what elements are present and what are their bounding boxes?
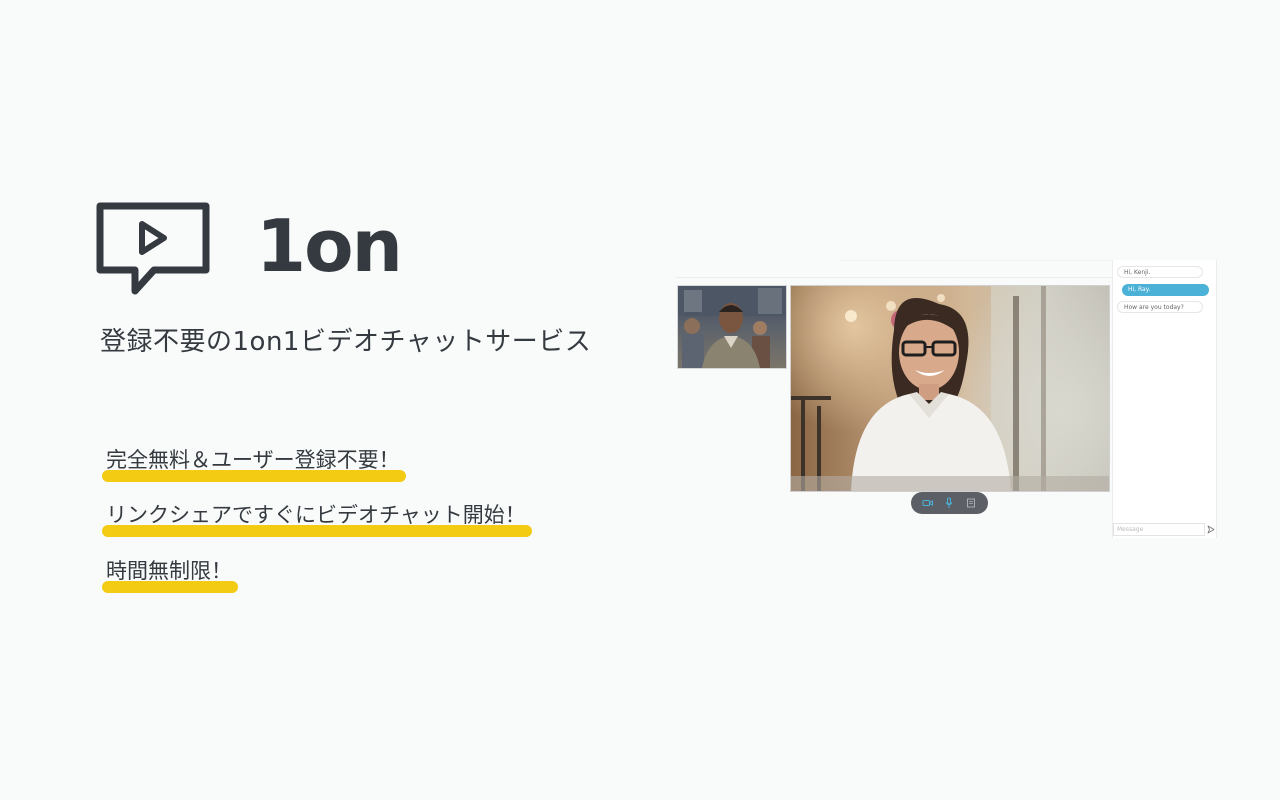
send-icon[interactable] <box>1207 525 1215 534</box>
call-controls <box>911 492 988 514</box>
chat-message-incoming: How are you today? <box>1117 301 1203 313</box>
chat-message-incoming: Hi, Kenji. <box>1117 266 1203 278</box>
screen-share-icon[interactable] <box>964 496 978 510</box>
feature-text: 時間無制限！ <box>106 559 232 583</box>
tagline: 登録不要の1on1ビデオチャットサービス <box>100 327 592 357</box>
divider <box>840 260 1112 261</box>
chat-message-outgoing: Hi, Ray. <box>1122 284 1209 296</box>
brand-name: 1on <box>256 204 403 288</box>
feature-free: 完全無料＆ユーザー登録不要！ <box>102 445 406 482</box>
divider <box>676 277 1112 278</box>
landing-page: 1on 登録不要の1on1ビデオチャットサービス 完全無料＆ユーザー登録不要！ … <box>0 0 1280 800</box>
message-input[interactable]: Message <box>1113 523 1205 536</box>
feature-text: 完全無料＆ユーザー登録不要！ <box>106 448 400 472</box>
self-video-thumbnail[interactable] <box>677 285 787 369</box>
feature-link-share: リンクシェアですぐにビデオチャット開始！ <box>102 500 532 537</box>
camera-icon[interactable] <box>921 496 935 510</box>
feature-text: リンクシェアですぐにビデオチャット開始！ <box>106 503 526 527</box>
man-video-image <box>678 286 786 368</box>
woman-video-image <box>791 286 1109 491</box>
remote-video[interactable] <box>790 285 1110 492</box>
feature-unlimited-time: 時間無制限！ <box>102 556 238 593</box>
video-play-speech-bubble-icon <box>96 202 210 295</box>
microphone-icon[interactable] <box>942 496 956 510</box>
